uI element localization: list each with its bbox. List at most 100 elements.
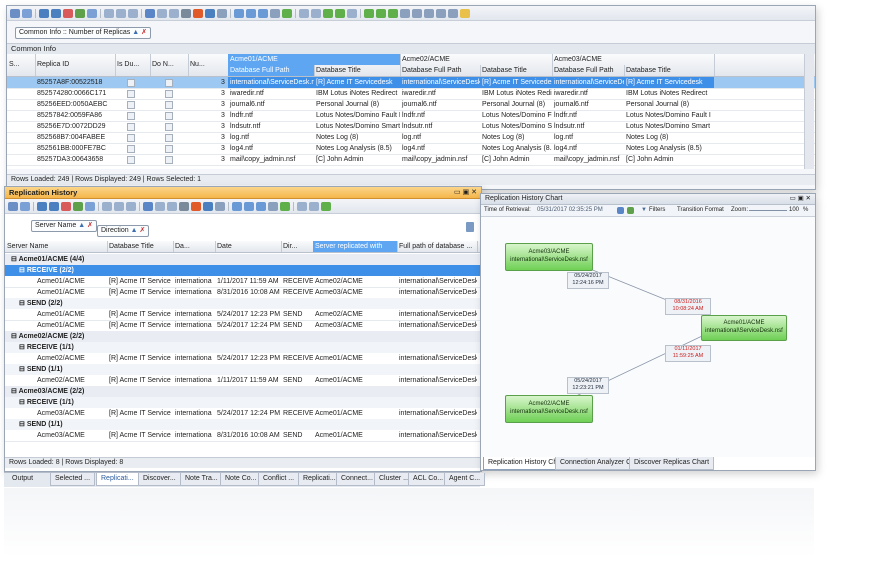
tab-note-compare[interactable]: Note Co...	[220, 473, 262, 486]
sub-col-path-3[interactable]: Database Full Path	[552, 65, 625, 76]
col-is-duplicate[interactable]: Is Du...	[115, 54, 151, 76]
color-icon[interactable]	[191, 201, 201, 211]
col-direction[interactable]: Dir...	[281, 241, 314, 252]
col-da[interactable]: Da...	[173, 241, 216, 252]
remove-filter-icon[interactable]: ✗	[141, 29, 147, 36]
zoom-in-icon[interactable]	[234, 8, 244, 18]
search-icon[interactable]	[256, 201, 266, 211]
server-header-acme02[interactable]: Acme02/ACME	[400, 54, 553, 65]
group-row-level1[interactable]: ⊟ Acme02/ACME (2/2)	[5, 331, 481, 342]
zoom-out-icon[interactable]	[246, 8, 256, 18]
group-row-level2[interactable]: ⊟ SEND (1/1)	[5, 419, 481, 430]
is-duplicate-checkbox[interactable]	[127, 123, 135, 131]
db-green-icon[interactable]	[323, 8, 333, 18]
chart-icon[interactable]	[145, 8, 155, 18]
cluster-icon[interactable]	[400, 8, 410, 18]
tools-icon[interactable]	[181, 8, 191, 18]
server-header-acme03[interactable]: Acme03/ACME	[552, 54, 715, 65]
tab-replication[interactable]: Replicati...	[96, 473, 139, 486]
chart-controls-icon[interactable]: ▭ ▣ ✕	[790, 194, 811, 204]
sub-col-title-2[interactable]: Database Title	[480, 65, 553, 76]
color-icon[interactable]	[193, 8, 203, 18]
do-not-checkbox[interactable]	[165, 123, 173, 131]
tab-note-tracker[interactable]: Note Tra...	[180, 473, 223, 486]
transition-menu[interactable]: Transition Format	[677, 205, 724, 216]
group-row-level2[interactable]: ⊟ RECEIVE (1/1)	[5, 397, 481, 408]
tab-replication-2[interactable]: Replicati...	[298, 473, 341, 486]
dropdown-icon[interactable]	[215, 201, 225, 211]
image-chart-icon[interactable]	[627, 207, 634, 214]
col-server-name[interactable]: Server Name	[5, 241, 108, 252]
zoom-out-icon[interactable]	[244, 201, 254, 211]
server-icon[interactable]	[388, 8, 398, 18]
filters-menu[interactable]: Filters	[649, 205, 665, 216]
is-duplicate-checkbox[interactable]	[127, 156, 135, 164]
do-not-checkbox[interactable]	[165, 90, 173, 98]
is-duplicate-checkbox[interactable]	[127, 90, 135, 98]
do-not-checkbox[interactable]	[165, 145, 173, 153]
stats-icon[interactable]	[412, 8, 422, 18]
grid-icon[interactable]	[8, 201, 18, 211]
table-icon[interactable]	[128, 8, 138, 18]
group-row-level2[interactable]: ⊟ RECEIVE (1/1)	[5, 342, 481, 353]
zoom-in-icon[interactable]	[232, 201, 242, 211]
edge-label[interactable]: 05/24/2017 12:23:21 PM	[567, 377, 609, 394]
db-green-icon[interactable]	[321, 201, 331, 211]
export-chart-icon[interactable]	[617, 207, 624, 214]
col-number[interactable]: Nu...	[188, 54, 229, 76]
tab-discover-replicas-chart[interactable]: Discover Replicas Chart	[629, 457, 715, 470]
vertical-scrollbar[interactable]	[804, 54, 814, 169]
col-status[interactable]: S...	[7, 54, 36, 76]
tab-conflict[interactable]: Conflict ...	[258, 473, 300, 486]
dropdown-icon[interactable]	[217, 8, 227, 18]
group-by-chip[interactable]: Common Info :: Number of Replicas ▲ ✗	[15, 27, 151, 39]
cog-icon[interactable]	[448, 8, 458, 18]
copy-icon[interactable]	[155, 201, 165, 211]
view-icon[interactable]	[20, 201, 30, 211]
remove-filter-icon[interactable]: ✗	[139, 227, 145, 234]
zoom-slider[interactable]	[749, 210, 787, 211]
document-icon[interactable]	[309, 201, 319, 211]
trash-icon[interactable]	[466, 222, 474, 232]
zoom-value[interactable]: 100	[789, 205, 799, 216]
chart-icon[interactable]	[143, 201, 153, 211]
is-duplicate-checkbox[interactable]	[127, 79, 135, 87]
do-not-checkbox[interactable]	[165, 134, 173, 142]
tools-icon[interactable]	[179, 201, 189, 211]
filter-funnel-icon[interactable]: ▼	[641, 205, 647, 216]
document-icon[interactable]	[311, 8, 321, 18]
sub-col-title-1[interactable]: Database Title	[314, 65, 401, 76]
sub-col-title-3[interactable]: Database Title	[624, 65, 715, 76]
layout-icon[interactable]	[116, 8, 126, 18]
window-icon[interactable]	[297, 201, 307, 211]
paste-icon[interactable]	[169, 8, 179, 18]
server-header-acme01[interactable]: Acme01/ACME	[228, 54, 401, 65]
is-duplicate-checkbox[interactable]	[127, 112, 135, 120]
report-icon[interactable]	[205, 8, 215, 18]
remove-icon[interactable]	[49, 201, 59, 211]
col-do-not[interactable]: Do N...	[150, 54, 189, 76]
panel-controls-icon[interactable]: ▭ ▣ ✕	[454, 187, 477, 198]
report-icon[interactable]	[203, 201, 213, 211]
tab-connect[interactable]: Connect...	[336, 473, 378, 486]
acl-icon[interactable]	[364, 8, 374, 18]
refresh-icon[interactable]	[73, 201, 83, 211]
copy-icon[interactable]	[157, 8, 167, 18]
add-icon[interactable]	[39, 8, 49, 18]
table-icon[interactable]	[126, 201, 136, 211]
edge-label[interactable]: 05/24/2017 12:24:16 PM	[567, 272, 609, 289]
sub-col-path-2[interactable]: Database Full Path	[400, 65, 481, 76]
table-row[interactable]: 85257DA3:00643658 3 mail\copy_jadmin.nsf…	[7, 154, 815, 166]
group-row-level2[interactable]: ⊟ SEND (1/1)	[5, 364, 481, 375]
tab-output[interactable]: Output	[8, 473, 38, 485]
edge-label[interactable]: 08/31/2016 10:08:24 AM	[665, 298, 711, 315]
refresh-green-icon[interactable]	[280, 201, 290, 211]
note-icon[interactable]	[347, 8, 357, 18]
filter-icon[interactable]	[61, 201, 71, 211]
col-database-title[interactable]: Database Title	[107, 241, 174, 252]
is-duplicate-checkbox[interactable]	[127, 145, 135, 153]
col-replica-id[interactable]: Replica ID	[35, 54, 116, 76]
group-chip-direction[interactable]: Direction ▲ ✗	[97, 225, 150, 237]
db-green2-icon[interactable]	[335, 8, 345, 18]
col-server-replicated-with[interactable]: Server replicated with	[313, 241, 398, 252]
